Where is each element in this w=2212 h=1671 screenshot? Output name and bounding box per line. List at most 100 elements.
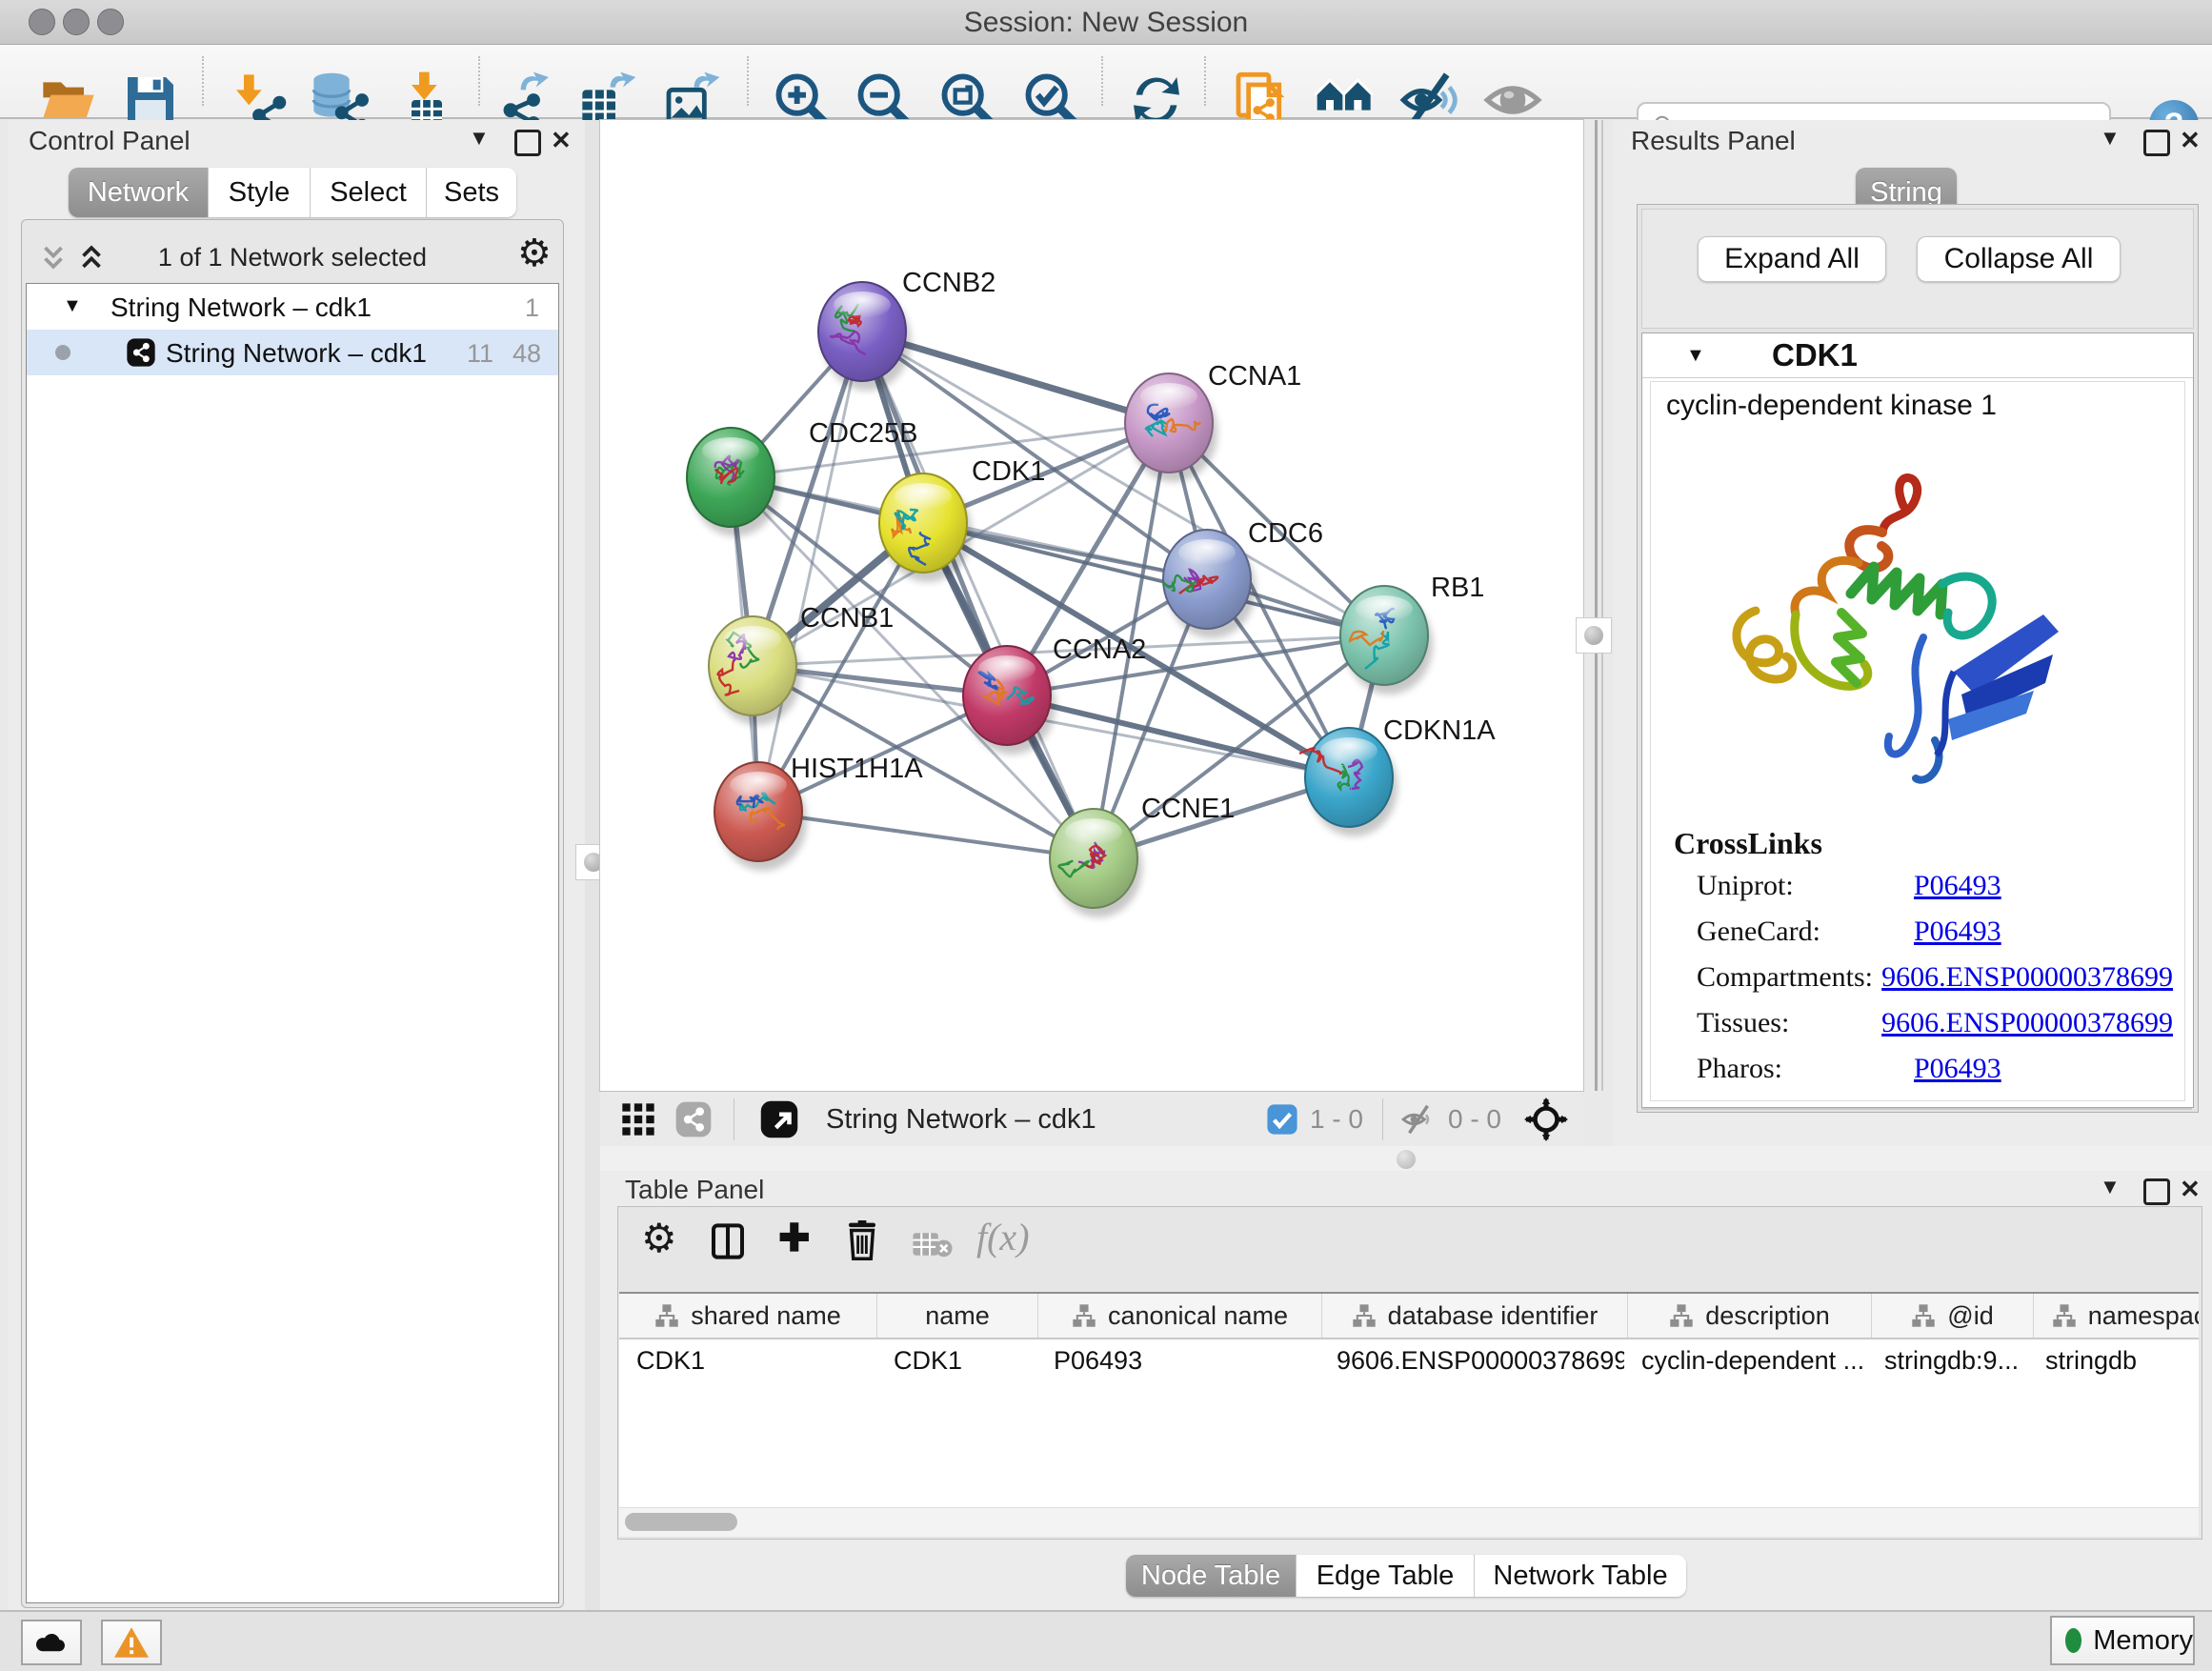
network-node-cdc6[interactable]: CDC6	[1163, 518, 1323, 638]
crosslink-row: GeneCard:P06493	[1697, 916, 2173, 948]
status-bar: Memory	[0, 1610, 2212, 1671]
columns-icon[interactable]	[710, 1222, 746, 1260]
column-header-name[interactable]: name	[877, 1294, 1038, 1338]
table-horizontal-scrollbar[interactable]	[619, 1507, 2199, 1537]
cell-description[interactable]: cyclin-dependent ...	[1624, 1339, 1867, 1381]
memory-button[interactable]: Memory	[2050, 1616, 2195, 1665]
cell--id[interactable]: stringdb:9...	[1867, 1339, 2028, 1381]
results-panel-title: Results Panel	[1631, 126, 1796, 156]
cell-namespac[interactable]: stringdb	[2028, 1339, 2199, 1381]
network-node-ccna2[interactable]: CCNA2	[963, 634, 1146, 755]
network-node-rb1[interactable]: RB1	[1340, 573, 1484, 695]
network-node-cdkn1a[interactable]: CDKN1A	[1299, 715, 1496, 836]
float-panel-icon[interactable]	[514, 130, 541, 156]
scrollbar-thumb[interactable]	[625, 1513, 737, 1531]
crosslink-link[interactable]: P06493	[1914, 916, 2001, 948]
table-panel-title: Table Panel	[625, 1175, 764, 1205]
warning-icon	[114, 1627, 149, 1658]
right-splitter-handle[interactable]	[1576, 617, 1612, 654]
network-edge[interactable]	[758, 332, 862, 812]
float-results-icon[interactable]	[2143, 130, 2170, 156]
tab-edge-table[interactable]: Edge Table	[1297, 1555, 1475, 1597]
warning-status-button[interactable]	[101, 1620, 162, 1665]
column-header-namespac[interactable]: namespac	[2034, 1294, 2199, 1338]
network-collection-row[interactable]: ▼ String Network – cdk1 1	[27, 284, 558, 330]
collapse-results-icon[interactable]: ▼	[2100, 126, 2121, 151]
network-label: String Network – cdk1	[166, 338, 427, 369]
network-node-ccna1[interactable]: CCNA1	[1125, 361, 1301, 482]
column-header-canonical-name[interactable]: canonical name	[1038, 1294, 1322, 1338]
column-label: namespac	[2088, 1301, 2199, 1331]
collapse-panel-icon[interactable]: ▼	[469, 126, 490, 151]
memory-status-dot	[2065, 1628, 2081, 1653]
column-label: canonical name	[1108, 1301, 1288, 1331]
column-header-shared-name[interactable]: shared name	[619, 1294, 877, 1338]
function-builder-icon: f(x)	[976, 1215, 1030, 1259]
crosslink-row: Compartments:9606.ENSP00000378699	[1697, 961, 2173, 994]
crosslink-link[interactable]: P06493	[1914, 1053, 2001, 1085]
horizontal-splitter-handle[interactable]	[1397, 1150, 1416, 1169]
add-column-icon[interactable]: ✚	[778, 1217, 811, 1260]
network-node-hist1h1a[interactable]: HIST1H1A	[714, 754, 923, 871]
selected-checkbox-icon[interactable]	[1266, 1103, 1298, 1136]
column-header--id[interactable]: @id	[1872, 1294, 2034, 1338]
cell-database-identifier[interactable]: 9606.ENSP00000378699	[1319, 1339, 1624, 1381]
gene-section: ▼ CDK1 cyclin-dependent kinase 1	[1641, 332, 2194, 1108]
hidden-eye-slash-icon	[1400, 1101, 1437, 1137]
tab-select[interactable]: Select	[311, 168, 427, 217]
crosslink-link[interactable]: 9606.ENSP00000378699	[1881, 961, 2173, 994]
hidden-node-edge-counts: 0 - 0	[1448, 1104, 1501, 1135]
tab-network[interactable]: Network	[69, 168, 209, 217]
network-node-cdk1[interactable]: CDK1	[879, 456, 1045, 582]
grid-view-icon[interactable]	[619, 1100, 657, 1138]
selected-node-edge-counts: 1 - 0	[1310, 1104, 1363, 1135]
crosslink-link[interactable]: P06493	[1914, 870, 2001, 902]
right-splitter[interactable]	[1595, 120, 1598, 1091]
cell-name[interactable]: CDK1	[876, 1339, 1036, 1381]
column-header-database-identifier[interactable]: database identifier	[1322, 1294, 1628, 1338]
network-options-gear-icon[interactable]: ⚙	[517, 232, 552, 275]
cloud-icon	[34, 1629, 69, 1654]
control-panel-tabs: Network Style Select Sets	[69, 168, 516, 217]
network-edge-count: 48	[513, 339, 541, 369]
collection-expander-icon[interactable]: ▼	[63, 295, 82, 317]
collapse-all-button[interactable]: Collapse All	[1917, 236, 2121, 282]
gene-header-row[interactable]: ▼ CDK1	[1642, 333, 2193, 378]
delete-column-trash-icon[interactable]	[845, 1220, 879, 1260]
node-table[interactable]: shared namename canonical name database id…	[619, 1292, 2199, 1509]
cloud-status-button[interactable]	[21, 1620, 82, 1665]
float-table-icon[interactable]	[2143, 1178, 2170, 1205]
network-edge[interactable]	[758, 812, 1094, 858]
node-label-cdkn1a: CDKN1A	[1383, 715, 1496, 746]
tab-sets[interactable]: Sets	[427, 168, 516, 217]
close-results-icon[interactable]: ✕	[2180, 126, 2201, 155]
node-label-ccna2: CCNA2	[1053, 634, 1146, 665]
close-table-icon[interactable]: ✕	[2180, 1175, 2201, 1204]
network-node-ccne1[interactable]: CCNE1	[1050, 794, 1235, 917]
birds-eye-crosshair-icon[interactable]	[1524, 1097, 1568, 1141]
table-tabs: Node Table Edge Table Network Table	[1126, 1555, 1686, 1597]
network-graph[interactable]: CCNB2CCNA1CDC25BCDK1CDC6RB1CCNB1CCNA2CDK…	[600, 120, 1583, 1091]
network-row[interactable]: String Network – cdk1 11 48	[27, 330, 558, 375]
table-gear-icon[interactable]: ⚙	[641, 1215, 677, 1261]
tab-network-table[interactable]: Network Table	[1475, 1555, 1686, 1597]
crosslink-label: GeneCard:	[1697, 916, 1914, 948]
tab-node-table[interactable]: Node Table	[1126, 1555, 1297, 1597]
expand-all-button[interactable]: Expand All	[1698, 236, 1886, 282]
close-panel-icon[interactable]: ✕	[551, 126, 572, 155]
collection-label: String Network – cdk1	[111, 292, 372, 323]
column-header-description[interactable]: description	[1628, 1294, 1872, 1338]
column-label: description	[1705, 1301, 1830, 1331]
network-node-ccnb2[interactable]: CCNB2	[818, 268, 995, 391]
tab-style[interactable]: Style	[209, 168, 311, 217]
table-row[interactable]: CDK1CDK1P064939606.ENSP00000378699cyclin…	[619, 1339, 2199, 1381]
collapse-table-icon[interactable]: ▼	[2100, 1175, 2121, 1199]
network-view-list-icon[interactable]	[674, 1100, 713, 1138]
table-header-row: shared namename canonical name database id…	[619, 1294, 2199, 1339]
cell-canonical-name[interactable]: P06493	[1036, 1339, 1319, 1381]
detach-view-icon[interactable]	[759, 1099, 799, 1139]
crosslink-link[interactable]: 9606.ENSP00000378699	[1881, 1007, 2173, 1039]
network-view-canvas[interactable]: CCNB2CCNA1CDC25BCDK1CDC6RB1CCNB1CCNA2CDK…	[600, 120, 1583, 1091]
gene-expander-icon[interactable]: ▼	[1686, 345, 1705, 367]
cell-shared-name[interactable]: CDK1	[619, 1339, 876, 1381]
